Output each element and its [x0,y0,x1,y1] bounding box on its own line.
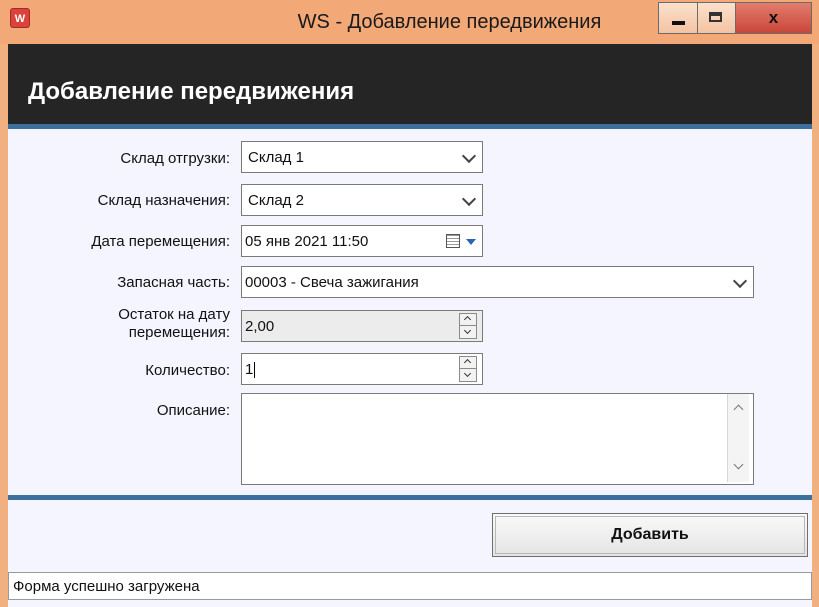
quantity-spinner[interactable] [459,356,477,382]
spin-up-icon [459,313,477,326]
status-text: Форма успешно загружена [13,578,200,595]
form-client-area: Добавление передвижения Склад отгрузки: … [8,44,812,607]
chevron-down-icon[interactable] [732,273,748,289]
spare-part-value: 00003 - Свеча зажигания [245,274,419,291]
header-banner: Добавление передвижения [8,44,812,124]
transfer-date-picker[interactable]: 05 янв 2021 11:50 [241,225,483,257]
status-bar: Форма успешно загружена [8,572,812,600]
text-cursor [254,362,256,379]
quantity-value: 1 [245,361,254,378]
quantity-stepper[interactable]: 1 [241,353,483,385]
stock-on-date-label: Остаток на дату перемещения: [118,306,230,341]
source-warehouse-label: Склад отгрузки: [120,150,230,167]
app-window: W WS - Добавление передвижения x Добавле… [0,0,819,607]
quantity-label: Количество: [145,362,230,379]
spin-up-icon[interactable] [459,356,477,369]
page-title: Добавление передвижения [28,78,355,105]
maximize-button[interactable] [698,2,736,34]
scroll-up-icon[interactable] [731,398,746,418]
source-warehouse-value: Склад 1 [248,149,304,166]
destination-warehouse-label: Склад назначения: [97,192,230,209]
description-textarea[interactable] [241,393,754,485]
spare-part-select[interactable]: 00003 - Свеча зажигания [241,266,754,298]
destination-warehouse-select[interactable]: Склад 2 [241,184,483,216]
stock-spinner [459,313,477,339]
spin-down-icon[interactable] [459,369,477,382]
calendar-icon[interactable] [446,234,460,248]
stock-on-date-value: 2,00 [245,318,275,335]
source-warehouse-select[interactable]: Склад 1 [241,141,483,173]
transfer-date-label: Дата перемещения: [91,233,230,250]
add-button[interactable]: Добавить [492,513,808,557]
title-bar[interactable]: W WS - Добавление передвижения x [0,0,819,44]
stock-on-date-field: 2,00 [241,310,483,342]
close-icon: x [768,8,779,27]
header-divider [8,124,812,129]
chevron-down-icon[interactable] [461,191,477,207]
chevron-down-icon[interactable] [461,148,477,164]
transfer-date-value: 05 янв 2021 11:50 [245,233,369,250]
close-button[interactable]: x [736,2,812,34]
window-title: WS - Добавление передвижения [297,11,602,33]
spin-down-icon [459,326,477,339]
scroll-down-icon[interactable] [731,458,746,478]
description-label: Описание: [156,402,230,419]
destination-warehouse-value: Склад 2 [248,192,304,209]
spare-part-label: Запасная часть: [117,274,230,291]
minimize-button[interactable] [658,2,698,34]
description-scrollbar[interactable] [727,394,749,482]
dropdown-arrow-icon[interactable] [466,239,476,245]
